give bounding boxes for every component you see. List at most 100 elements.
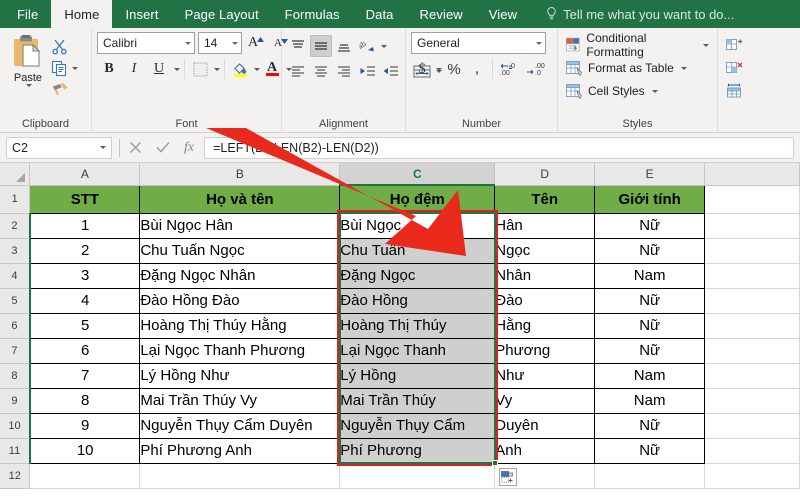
fill-color-button[interactable] [229, 58, 251, 80]
cell-b5[interactable]: Đào Hồng Đào [139, 287, 341, 314]
row-header-6[interactable]: 6 [0, 313, 31, 339]
align-top-button[interactable] [287, 35, 309, 57]
row-header-3[interactable]: 3 [0, 238, 31, 264]
cell-d8[interactable]: Như [494, 362, 596, 389]
comma-format-button[interactable]: , [466, 58, 488, 80]
cell-f8[interactable] [704, 363, 800, 389]
ribbon-tab-insert[interactable]: Insert [112, 0, 171, 28]
cell-e4[interactable]: Nam [594, 262, 706, 289]
ribbon-tab-view[interactable]: View [476, 0, 530, 28]
borders-dropdown-caret[interactable] [214, 67, 220, 71]
ribbon-tab-data[interactable]: Data [353, 0, 407, 28]
confirm-check-icon[interactable] [156, 141, 170, 154]
cell-f2[interactable] [704, 213, 800, 239]
cell-b10[interactable]: Nguyễn Thụy Cẩm Duyên [139, 412, 341, 439]
cell-f3[interactable] [704, 238, 800, 264]
cell-d2[interactable]: Hân [494, 212, 596, 239]
borders-button[interactable] [189, 58, 211, 80]
cell-f1[interactable] [704, 185, 800, 214]
cell-a9[interactable]: 8 [29, 387, 141, 414]
cell-c11[interactable]: Phí Phương [339, 437, 496, 464]
cell-d7[interactable]: Phương [494, 337, 596, 364]
row-header-2[interactable]: 2 [0, 213, 31, 239]
cell-e6[interactable]: Nữ [594, 312, 706, 339]
ribbon-tab-file[interactable]: File [4, 0, 51, 28]
header-cell-fullname[interactable]: Họ và tên [139, 184, 341, 214]
cell-b2[interactable]: Bùi Ngọc Hân [139, 212, 341, 239]
cell-c7[interactable]: Lại Ngọc Thanh [339, 337, 496, 364]
header-cell-stt[interactable]: STT [29, 184, 141, 214]
underline-dropdown-caret[interactable] [174, 67, 180, 71]
font-name-combo[interactable]: Calibri [97, 32, 195, 54]
cell-f4[interactable] [704, 263, 800, 289]
number-format-combo[interactable]: General [411, 32, 546, 54]
row-header-5[interactable]: 5 [0, 288, 31, 314]
cell-e2[interactable]: Nữ [594, 212, 706, 239]
cancel-x-icon[interactable] [129, 141, 142, 154]
cell-f11[interactable] [704, 438, 800, 464]
cell-d9[interactable]: Vy [494, 387, 596, 414]
paste-button[interactable]: Paste [5, 32, 51, 87]
fill-color-dropdown-caret[interactable] [254, 67, 260, 71]
increase-indent-button[interactable] [379, 60, 401, 82]
cell-f6[interactable] [704, 313, 800, 339]
column-header-c[interactable]: C [339, 163, 496, 186]
format-as-table-button[interactable]: Format as Table [563, 57, 712, 79]
row-header-11[interactable]: 11 [0, 438, 31, 464]
align-center-button[interactable] [310, 60, 332, 82]
cell-styles-button[interactable]: Cell Styles [563, 80, 712, 102]
name-box-caret[interactable] [100, 146, 106, 149]
cell-a10[interactable]: 9 [29, 412, 141, 439]
cell-e11[interactable]: Nữ [594, 437, 706, 464]
cell-c4[interactable]: Đặng Ngọc [339, 262, 496, 289]
cell-a4[interactable]: 3 [29, 262, 141, 289]
paste-dropdown-caret[interactable] [26, 84, 32, 87]
cell-c6[interactable]: Hoàng Thị Thúy [339, 312, 496, 339]
cell-a3[interactable]: 2 [29, 237, 141, 264]
cut-button[interactable] [51, 36, 78, 56]
format-painter-button[interactable] [51, 80, 78, 100]
cell-d11[interactable]: Anh [494, 437, 596, 464]
align-middle-button[interactable] [310, 35, 332, 57]
row-header-4[interactable]: 4 [0, 263, 31, 289]
percent-format-button[interactable]: % [443, 58, 465, 80]
ribbon-tab-formulas[interactable]: Formulas [272, 0, 353, 28]
cell-a11[interactable]: 10 [29, 437, 141, 464]
cell-b6[interactable]: Hoàng Thị Thúy Hằng [139, 312, 341, 339]
cell-d5[interactable]: Đào [494, 287, 596, 314]
cell-d3[interactable]: Ngọc [494, 237, 596, 264]
accounting-dropdown-caret[interactable] [436, 67, 442, 71]
cell-b9[interactable]: Mai Trần Thúy Vy [139, 387, 341, 414]
align-right-button[interactable] [333, 60, 355, 82]
cell-a8[interactable]: 7 [29, 362, 141, 389]
cell-c9[interactable]: Mai Trần Thúy [339, 387, 496, 414]
name-box[interactable]: C2 [6, 136, 112, 159]
cell-b11[interactable]: Phí Phương Anh [139, 437, 341, 464]
cell-e7[interactable]: Nữ [594, 337, 706, 364]
column-header-e[interactable]: E [594, 163, 706, 186]
increase-decimal-button[interactable]: .00 .0 [497, 58, 523, 80]
cell-a5[interactable]: 4 [29, 287, 141, 314]
number-format-caret[interactable] [536, 41, 542, 45]
cell-a12[interactable] [29, 463, 141, 489]
cell-c2[interactable]: Bùi Ngọc [339, 212, 496, 239]
cell-b8[interactable]: Lý Hồng Như [139, 362, 341, 389]
cell-e5[interactable]: Nữ [594, 287, 706, 314]
cell-c8[interactable]: Lý Hồng [339, 362, 496, 389]
orientation-dropdown-caret[interactable] [381, 44, 387, 48]
header-cell-hodem[interactable]: Họ đệm [339, 184, 496, 214]
accounting-format-button[interactable]: $ [411, 58, 433, 80]
cell-c3[interactable]: Chu Tuấn [339, 237, 496, 264]
decrease-indent-button[interactable] [356, 60, 378, 82]
cell-d6[interactable]: Hằng [494, 312, 596, 339]
autofill-options-button[interactable] [498, 468, 517, 486]
cell-e3[interactable]: Nữ [594, 237, 706, 264]
header-cell-gioitinh[interactable]: Giới tính [594, 184, 706, 214]
ribbon-tab-review[interactable]: Review [407, 0, 476, 28]
delete-cells-button[interactable] [723, 57, 746, 79]
column-header-f[interactable] [704, 163, 800, 186]
row-header-1[interactable]: 1 [0, 185, 31, 214]
row-header-9[interactable]: 9 [0, 388, 31, 414]
ribbon-tab-page-layout[interactable]: Page Layout [172, 0, 272, 28]
row-header-7[interactable]: 7 [0, 338, 31, 364]
